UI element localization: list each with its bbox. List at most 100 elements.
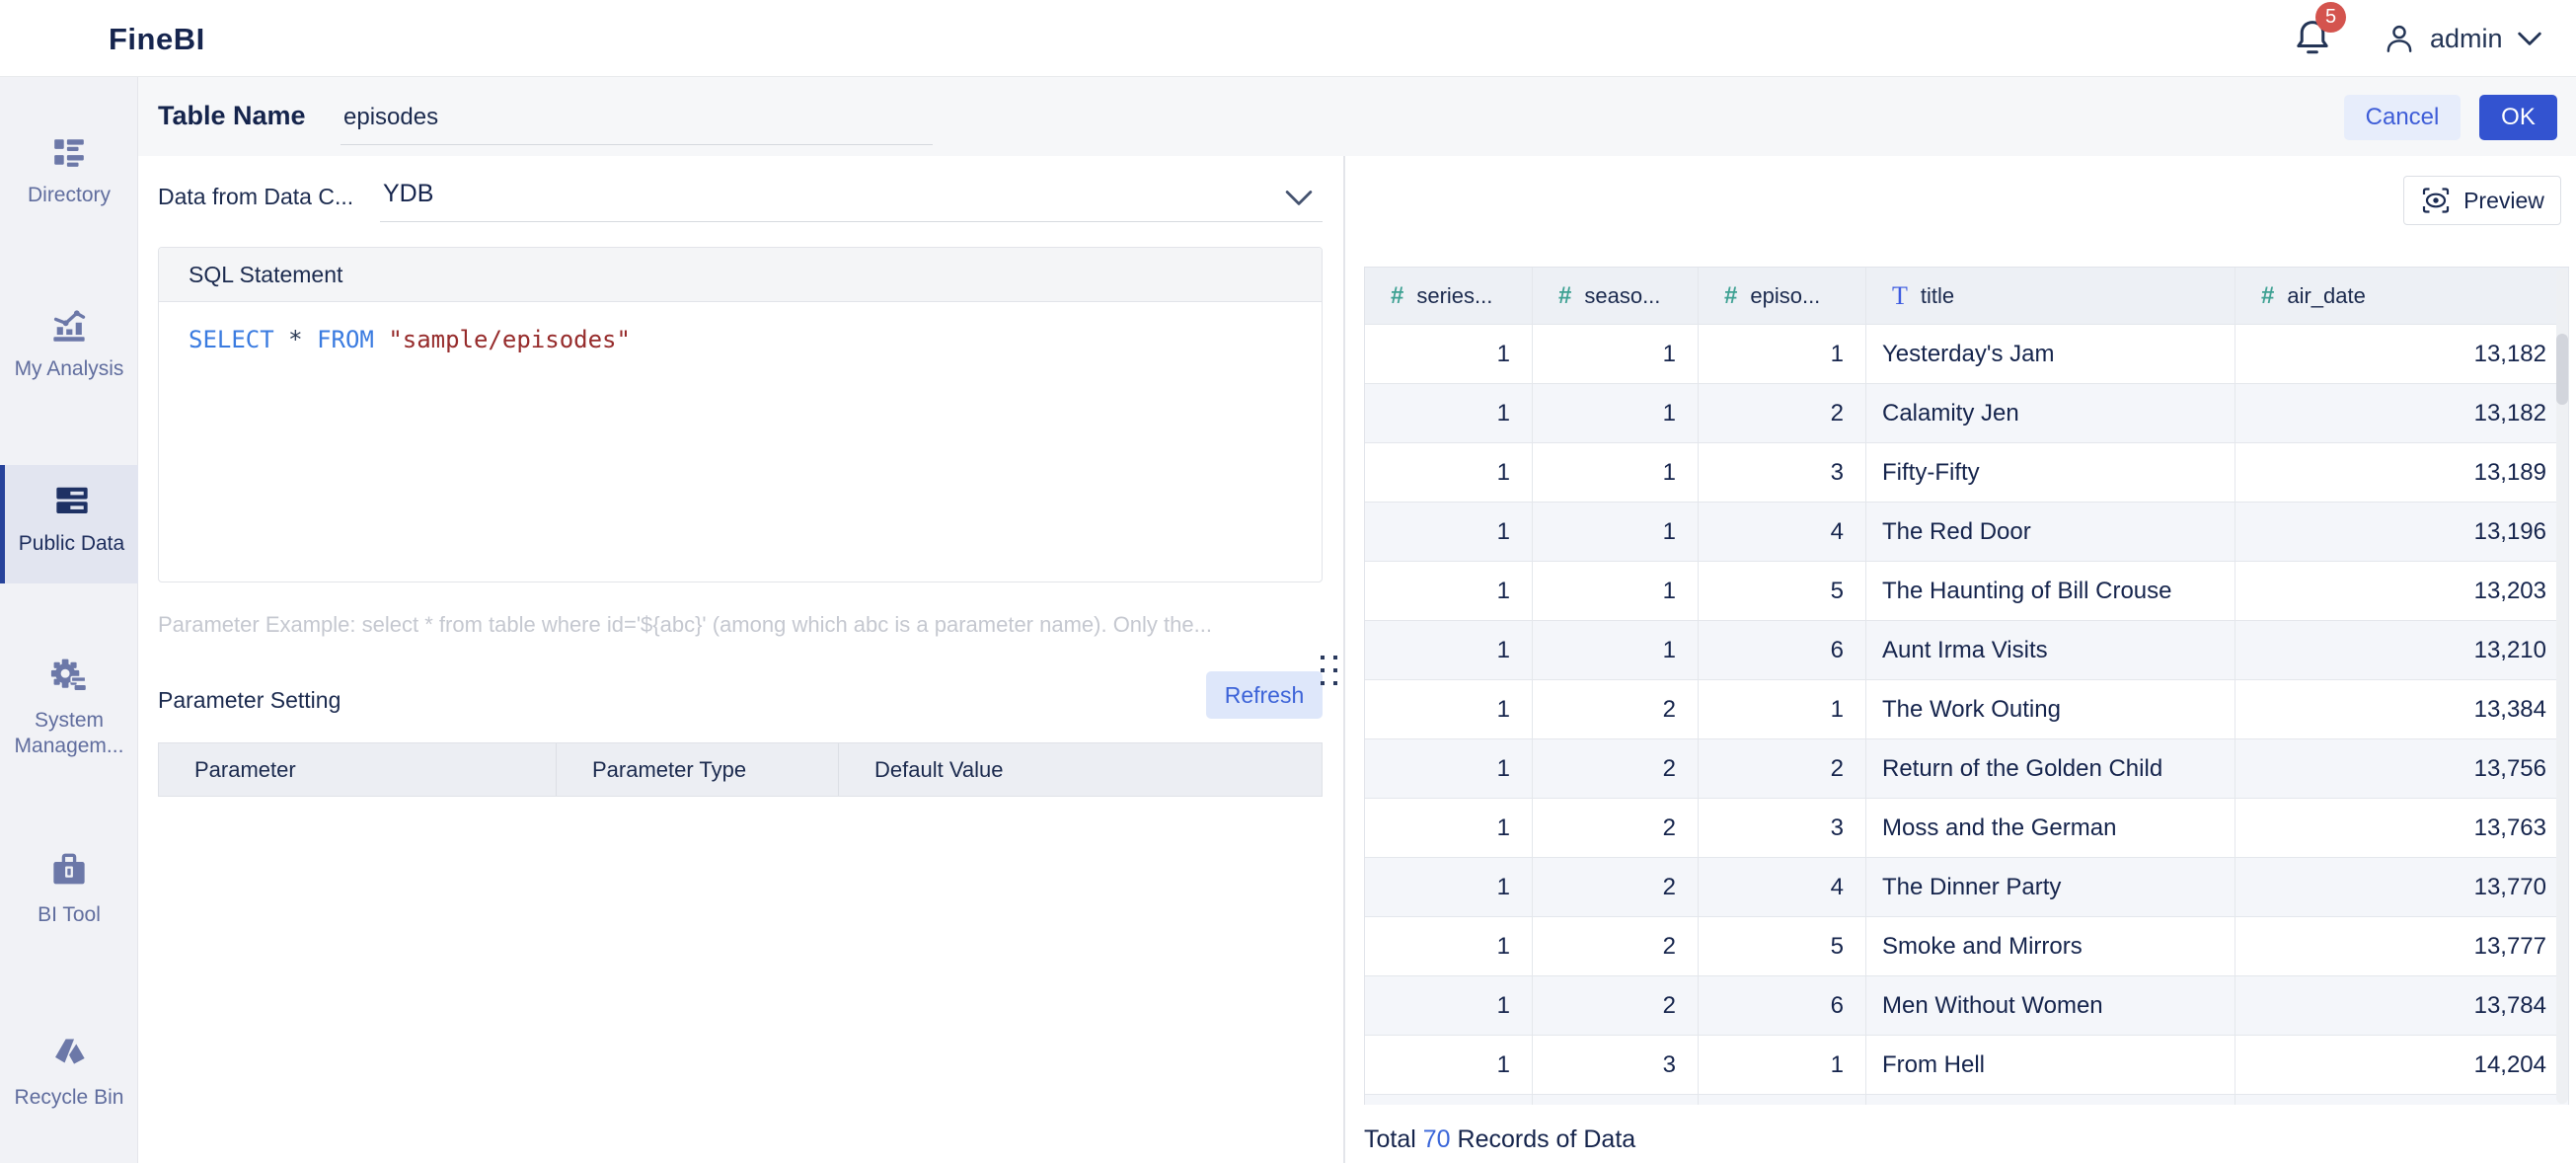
table-cell: 1 xyxy=(1365,325,1533,384)
column-header[interactable]: Ttitle xyxy=(1866,268,2235,325)
recycle-bin-icon xyxy=(50,1035,88,1072)
table-cell: Fifty-Fifty xyxy=(1866,443,2235,503)
table-cell: 6 xyxy=(1699,621,1866,680)
table-cell: 1 xyxy=(1533,503,1699,562)
table-row: 111Yesterday's Jam13,182 xyxy=(1365,325,2569,384)
table-cell: From Hell xyxy=(1866,1036,2235,1095)
sidebar-item-system-management[interactable]: System Managem... xyxy=(0,658,138,759)
table-cell: 13,384 xyxy=(2235,680,2569,739)
data-connection-label: Data from Data C... xyxy=(158,184,353,210)
sidebar-item-my-analysis[interactable]: My Analysis xyxy=(0,306,138,382)
table-cell: 1 xyxy=(1365,739,1533,799)
notification-count-badge: 5 xyxy=(2315,2,2346,33)
table-cell: 13,182 xyxy=(2235,325,2569,384)
bi-tool-icon xyxy=(50,852,88,890)
table-name-underline xyxy=(341,144,933,145)
param-column-header: Parameter xyxy=(159,743,557,796)
table-cell: Aunt Irma Visits xyxy=(1866,621,2235,680)
top-bar: FineBI 5 admin xyxy=(0,0,2576,77)
table-cell: 1 xyxy=(1533,562,1699,621)
table-name-input[interactable] xyxy=(343,104,926,131)
table-cell: 4 xyxy=(1699,858,1866,917)
table-row: 121The Work Outing13,384 xyxy=(1365,680,2569,739)
column-header[interactable]: # seaso... xyxy=(1533,268,1699,325)
table-row: 122Return of the Golden Child13,756 xyxy=(1365,739,2569,799)
sql-token: "sample/episodes" xyxy=(388,326,631,353)
table-cell: 3 xyxy=(1533,1036,1699,1095)
preview-table: #series...#seaso...#episo...Ttitle#air_d… xyxy=(1364,267,2569,1105)
preview-header-row: #series...#seaso...#episo...Ttitle#air_d… xyxy=(1365,268,2569,325)
sidebar-item-public-data[interactable]: Public Data xyxy=(0,465,138,583)
preview-button[interactable]: Preview xyxy=(2403,176,2561,225)
table-cell: 1 xyxy=(1533,443,1699,503)
table-cell: 1 xyxy=(1365,858,1533,917)
param-column-header: Parameter Type xyxy=(557,743,839,796)
sidebar-item-recycle-bin[interactable]: Recycle Bin xyxy=(0,1035,138,1111)
table-cell: 1 xyxy=(1365,503,1533,562)
user-menu[interactable]: admin xyxy=(2383,18,2542,59)
table-cell: Moss and the German xyxy=(1866,799,2235,858)
table-cell: 2 xyxy=(1533,976,1699,1036)
table-row: 113Fifty-Fifty13,189 xyxy=(1365,443,2569,503)
table-cell: 4 xyxy=(1699,503,1866,562)
preview-eye-icon xyxy=(2420,185,2452,216)
directory-icon xyxy=(51,134,87,170)
ok-button[interactable]: OK xyxy=(2479,95,2557,140)
table-cell: 6 xyxy=(1699,976,1866,1036)
table-cell: Men Without Women xyxy=(1866,976,2235,1036)
param-header-row: ParameterParameter TypeDefault Value xyxy=(158,742,1323,797)
column-header-label: series... xyxy=(1416,283,1492,309)
vertical-scrollbar-thumb[interactable] xyxy=(2556,334,2568,405)
data-connection-underline xyxy=(380,221,1323,222)
table-cell: 1 xyxy=(1365,1036,1533,1095)
table-row: 114The Red Door13,196 xyxy=(1365,503,2569,562)
sidebar: Directory My Analysis Public Data xyxy=(0,77,138,1163)
sql-token: FROM xyxy=(317,326,388,353)
public-data-icon xyxy=(53,481,91,518)
table-cell: 1 xyxy=(1533,325,1699,384)
table-cell: 1 xyxy=(1365,799,1533,858)
table-cell: 3 xyxy=(1699,443,1866,503)
table-cell: 13,784 xyxy=(2235,976,2569,1036)
sidebar-item-directory[interactable]: Directory xyxy=(0,134,138,208)
parameter-setting-title: Parameter Setting xyxy=(158,687,341,714)
cancel-button[interactable]: Cancel xyxy=(2344,95,2461,140)
table-cell: 2 xyxy=(1533,858,1699,917)
table-cell: The Haunting of Bill Crouse xyxy=(1866,562,2235,621)
table-cell: 13,196 xyxy=(2235,503,2569,562)
numeric-type-icon: # xyxy=(2261,282,2274,310)
table-cell: 13,210 xyxy=(2235,621,2569,680)
table-cell: 3 xyxy=(1699,799,1866,858)
table-cell: Calamity Jen xyxy=(1866,384,2235,443)
chevron-down-icon[interactable] xyxy=(1285,190,1313,207)
sidebar-item-bi-tool[interactable]: BI Tool xyxy=(0,852,138,928)
splitter-drag-handle[interactable] xyxy=(1321,656,1338,687)
column-header[interactable]: #episo... xyxy=(1699,268,1866,325)
table-cell: 1 xyxy=(1699,1036,1866,1095)
table-cell: 5 xyxy=(1699,917,1866,976)
table-cell: 13,763 xyxy=(2235,799,2569,858)
table-cell: 1 xyxy=(1699,325,1866,384)
table-cell: 13,756 xyxy=(2235,739,2569,799)
numeric-type-icon: # xyxy=(1558,282,1571,310)
table-cell: 1 xyxy=(1365,680,1533,739)
data-connection-select[interactable]: YDB xyxy=(383,180,433,208)
user-name: admin xyxy=(2430,24,2503,54)
table-cell: 1 xyxy=(1365,917,1533,976)
table-cell: 1 xyxy=(1365,384,1533,443)
table-cell: 5 xyxy=(1699,562,1866,621)
table-cell: 1 xyxy=(1365,443,1533,503)
table-cell: 1 xyxy=(1365,976,1533,1036)
table-cell: 14,204 xyxy=(2235,1036,2569,1095)
sidebar-item-label: Recycle Bin xyxy=(0,1085,138,1111)
table-row: 115The Haunting of Bill Crouse13,203 xyxy=(1365,562,2569,621)
table-cell: 1 xyxy=(1533,384,1699,443)
sidebar-item-label: System Managem... xyxy=(0,708,138,759)
total-count: 70 xyxy=(1423,1125,1451,1153)
table-cell: 13,777 xyxy=(2235,917,2569,976)
column-header[interactable]: #air_date xyxy=(2235,268,2569,325)
column-header-label: seaso... xyxy=(1584,283,1660,309)
column-header[interactable]: #series... xyxy=(1365,268,1533,325)
sql-code[interactable]: SELECT * FROM "sample/episodes" xyxy=(159,302,1322,377)
refresh-button[interactable]: Refresh xyxy=(1206,671,1323,719)
